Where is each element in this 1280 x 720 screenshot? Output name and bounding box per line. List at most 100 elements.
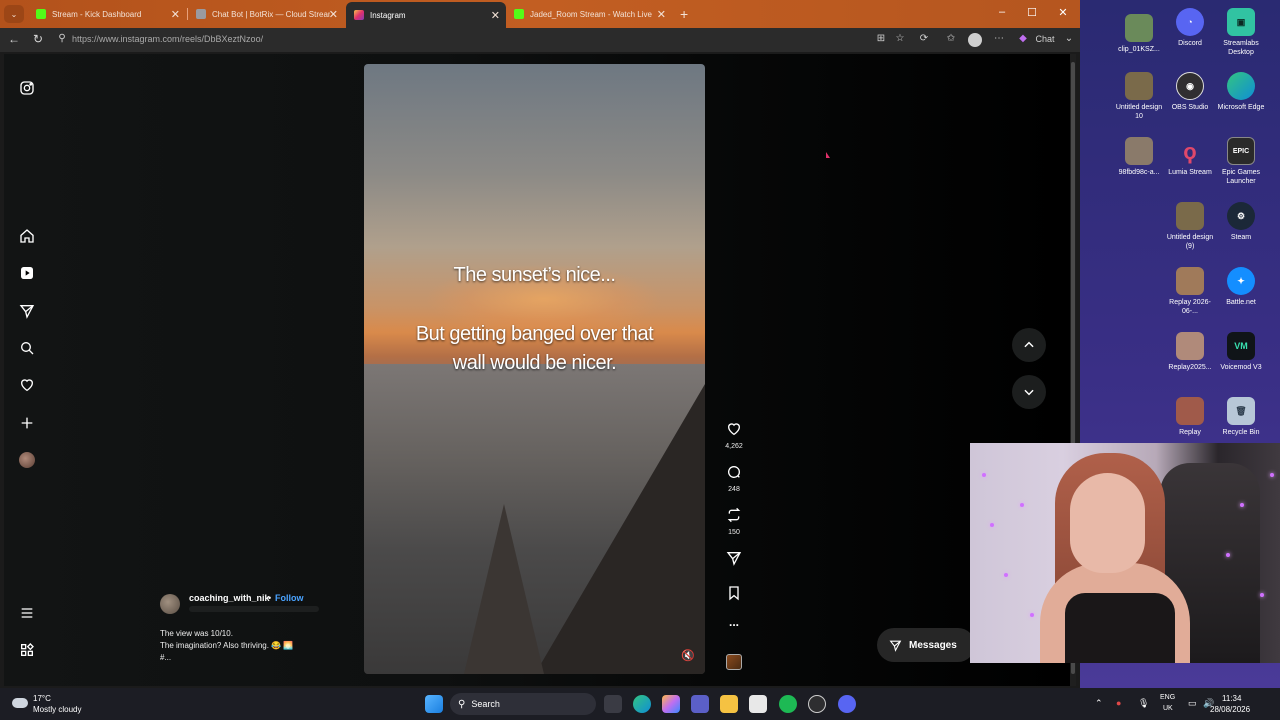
desktop-icon-lumia[interactable]: ϙ Lumia Stream bbox=[1165, 137, 1215, 177]
close-icon[interactable]: ✕ bbox=[491, 9, 500, 22]
back-icon[interactable]: ← bbox=[6, 32, 22, 46]
edge-taskbar-icon[interactable] bbox=[633, 695, 651, 713]
close-icon[interactable]: ✕ bbox=[171, 8, 180, 21]
language-indicator[interactable]: ENG bbox=[1160, 694, 1175, 701]
favorites-icon[interactable]: ✩ bbox=[944, 33, 958, 44]
more-apps-icon[interactable] bbox=[18, 641, 36, 659]
desktop-icon-recycle-bin[interactable]: 🗑 Recycle Bin bbox=[1216, 397, 1266, 437]
menu-icon[interactable] bbox=[18, 604, 36, 622]
obs-taskbar-icon[interactable] bbox=[808, 695, 826, 713]
clock-date[interactable]: 28/08/2026 bbox=[1210, 705, 1250, 714]
spotify-icon[interactable] bbox=[779, 695, 797, 713]
taskbar-search[interactable]: ⚲ Search bbox=[450, 693, 596, 715]
repost-button[interactable]: 150 bbox=[722, 507, 746, 536]
more-options-button[interactable]: ... bbox=[722, 615, 746, 629]
muted-speaker-icon[interactable]: 🔇 bbox=[681, 649, 695, 662]
desktop-icon-98fbd98c[interactable]: 98fbd98c-a... bbox=[1114, 137, 1164, 177]
tab-kick-dashboard[interactable]: Stream - Kick Dashboard ✕ bbox=[28, 2, 186, 26]
close-icon[interactable]: ✕ bbox=[329, 8, 338, 21]
discord-taskbar-icon[interactable] bbox=[838, 695, 856, 713]
home-icon[interactable] bbox=[18, 227, 36, 245]
desktop-icon-voicemod[interactable]: VM Voicemod V3 bbox=[1216, 332, 1266, 372]
desktop-icon-discord[interactable]: ◔ Discord bbox=[1165, 8, 1215, 48]
task-view-icon[interactable] bbox=[604, 695, 622, 713]
profile-avatar[interactable] bbox=[18, 451, 36, 469]
desktop-icon-untitled-design-10[interactable]: Untitled design 10 bbox=[1114, 72, 1164, 121]
chat-button[interactable]: Chat bbox=[1032, 34, 1058, 44]
desktop-icon-epic[interactable]: EPIC Epic Games Launcher bbox=[1216, 137, 1266, 186]
close-window-button[interactable]: ✕ bbox=[1055, 6, 1071, 19]
favorite-star-icon[interactable]: ☆ bbox=[893, 33, 907, 44]
author-username[interactable]: coaching_with_nik bbox=[189, 593, 270, 603]
streamer-face bbox=[1070, 473, 1145, 573]
desktop-icon-streamlabs[interactable]: ▣ Streamlabs Desktop bbox=[1216, 8, 1266, 57]
description-line-3[interactable]: #... bbox=[160, 653, 171, 662]
refresh-icon[interactable]: ↻ bbox=[30, 32, 46, 46]
chevron-down-icon[interactable]: ⌄ bbox=[1062, 33, 1076, 44]
lumia-icon: ϙ bbox=[1183, 138, 1197, 164]
author-avatar[interactable] bbox=[160, 594, 180, 614]
desktop-icon-untitled-design-9[interactable]: Untitled design (9) bbox=[1165, 202, 1215, 251]
extensions-icon[interactable]: ⟳ bbox=[917, 33, 931, 44]
comment-button[interactable]: 248 bbox=[722, 464, 746, 493]
reels-icon[interactable] bbox=[18, 264, 36, 282]
heart-icon[interactable] bbox=[18, 376, 36, 394]
previous-reel-button[interactable] bbox=[1012, 328, 1046, 362]
tab-label: Chat Bot | BotRix — Cloud Stream bbox=[212, 9, 330, 19]
tab-jaded-room[interactable]: Jaded_Room Stream - Watch Live ✕ bbox=[506, 2, 672, 26]
desktop-icon-replay-2026[interactable]: Replay 2026-06-... bbox=[1165, 267, 1215, 316]
chevron-up-icon[interactable]: ⌃ bbox=[1095, 698, 1103, 709]
minimize-button[interactable]: – bbox=[994, 6, 1010, 18]
desktop-icon-label: Discord bbox=[1178, 40, 1202, 47]
site-info-icon[interactable]: ⚲ bbox=[55, 33, 69, 44]
microphone-icon[interactable]: 🎙 bbox=[1138, 698, 1149, 709]
send-icon bbox=[889, 640, 902, 652]
streamer-top bbox=[1065, 593, 1175, 663]
store-taskbar-icon[interactable] bbox=[749, 695, 767, 713]
network-tray-icon[interactable]: ● bbox=[1116, 698, 1121, 708]
desktop-icon-clip[interactable]: clip_01KSZ... bbox=[1114, 14, 1164, 54]
desktop-icon-replay[interactable]: Replay bbox=[1165, 397, 1215, 437]
desktop-icon-replay-2025[interactable]: Replay2025... bbox=[1165, 332, 1215, 372]
audio-info-blurred bbox=[189, 606, 319, 612]
tab-instagram[interactable]: Instagram ✕ bbox=[346, 2, 506, 28]
keyboard-layout-indicator[interactable]: UK bbox=[1163, 705, 1173, 712]
url-field[interactable]: https://www.instagram.com/reels/DbBXeztN… bbox=[72, 34, 263, 44]
send-icon[interactable] bbox=[18, 302, 36, 320]
reel-video[interactable]: The sunset’s nice... But getting banged … bbox=[364, 64, 705, 674]
weather-temperature[interactable]: 17°C bbox=[33, 694, 51, 703]
copilot-icon[interactable]: ◆ bbox=[1016, 33, 1030, 44]
cloud-icon[interactable] bbox=[12, 698, 28, 708]
teams-taskbar-icon[interactable] bbox=[691, 695, 709, 713]
search-icon[interactable] bbox=[18, 339, 36, 357]
instagram-logo-icon[interactable] bbox=[18, 79, 36, 97]
audio-track-thumbnail[interactable] bbox=[726, 654, 742, 670]
file-explorer-icon[interactable] bbox=[720, 695, 738, 713]
windows-start-icon[interactable] bbox=[425, 695, 443, 713]
clock-time[interactable]: 11:34 bbox=[1222, 694, 1241, 703]
like-button[interactable]: 4,262 bbox=[722, 421, 746, 450]
display-icon[interactable]: ▭ bbox=[1188, 698, 1197, 709]
save-button[interactable] bbox=[722, 585, 746, 606]
desktop-icon-obs[interactable]: ◉ OBS Studio bbox=[1165, 72, 1215, 112]
profile-icon[interactable] bbox=[968, 33, 982, 47]
app-available-icon[interactable]: ⊞ bbox=[874, 33, 888, 44]
new-tab-button[interactable]: + bbox=[672, 2, 696, 26]
mouse-cursor bbox=[826, 152, 830, 158]
desktop-icon-battlenet[interactable]: ✦ Battle.net bbox=[1216, 267, 1266, 307]
desktop-icon-steam[interactable]: ⚙ Steam bbox=[1216, 202, 1266, 242]
copilot-taskbar-icon[interactable] bbox=[662, 695, 680, 713]
tab-botrix[interactable]: Chat Bot | BotRix — Cloud Stream ✕ bbox=[188, 2, 344, 26]
close-icon[interactable]: ✕ bbox=[657, 8, 666, 21]
tab-actions-icon[interactable]: ⌄ bbox=[4, 5, 24, 23]
share-button[interactable] bbox=[722, 550, 746, 571]
next-reel-button[interactable] bbox=[1012, 375, 1046, 409]
follow-button[interactable]: Follow bbox=[275, 593, 304, 603]
messages-button[interactable]: Messages bbox=[877, 628, 975, 662]
maximize-button[interactable]: ☐ bbox=[1024, 6, 1040, 19]
browser-window: ⌄ Stream - Kick Dashboard ✕ Chat Bot | B… bbox=[0, 0, 1080, 688]
more-menu-icon[interactable]: ⋯ bbox=[992, 33, 1006, 44]
weather-description[interactable]: Mostly cloudy bbox=[33, 705, 81, 714]
desktop-icon-edge[interactable]: Microsoft Edge bbox=[1216, 72, 1266, 112]
create-plus-icon[interactable] bbox=[18, 414, 36, 432]
